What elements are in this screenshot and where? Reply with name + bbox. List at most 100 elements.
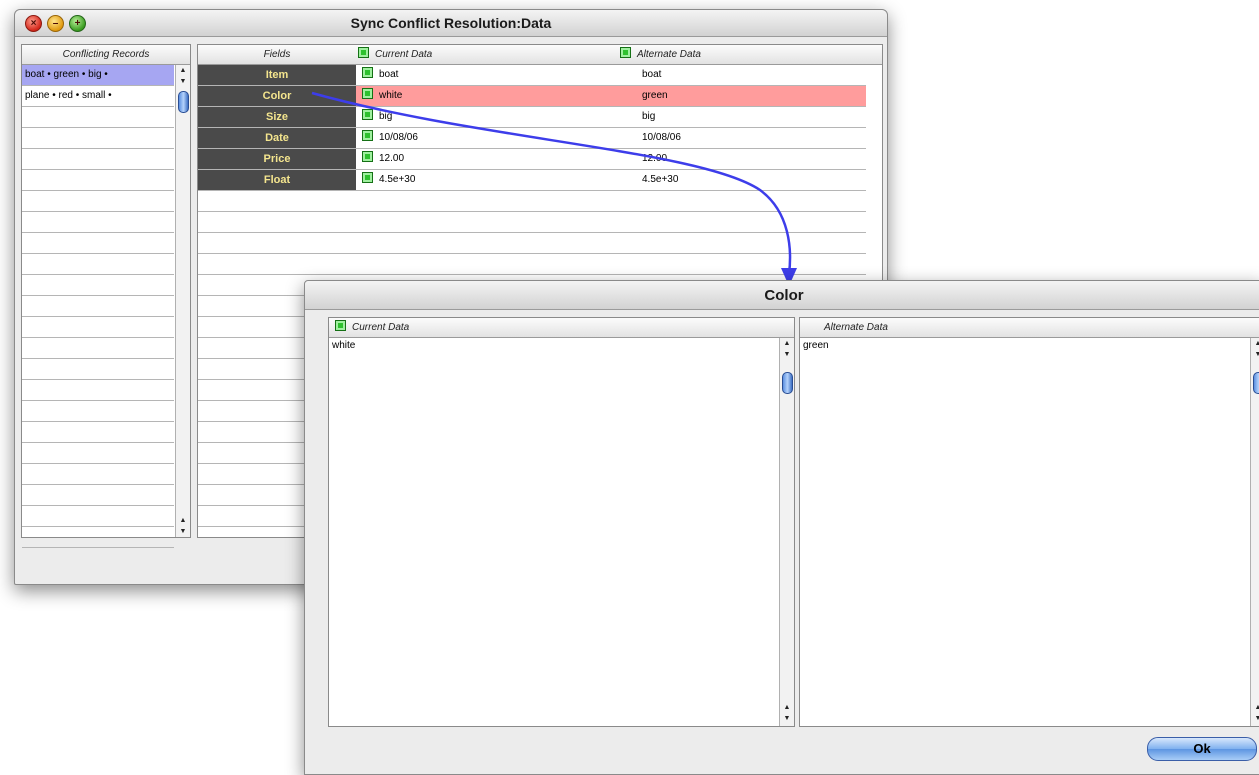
- dialog-title: Color: [764, 287, 804, 304]
- empty-record-row: [22, 191, 174, 212]
- scroll-up-arrow-icon[interactable]: ▲: [176, 65, 190, 76]
- alternate-data-checkbox-icon[interactable]: [620, 47, 631, 58]
- current-data-header-label: Current Data: [375, 49, 433, 60]
- scroll-thumb[interactable]: [1253, 372, 1259, 394]
- alternate-value[interactable]: big: [642, 107, 655, 127]
- conflicting-records-list[interactable]: Conflicting Records boat • green • big •…: [21, 44, 191, 548]
- scroll-up-arrow-icon[interactable]: ▲: [1251, 338, 1259, 349]
- current-data-column-header[interactable]: Current Data: [358, 45, 638, 64]
- empty-field-row: [198, 212, 866, 233]
- current-value-cell[interactable]: big: [362, 107, 392, 127]
- choose-current-checkbox-icon[interactable]: [362, 172, 373, 183]
- field-name: Price: [198, 149, 356, 169]
- current-data-pane[interactable]: Current Data white ▲ ▼ ▲ ▼: [328, 317, 795, 727]
- field-row-price[interactable]: Price 12.00 12.00: [198, 149, 866, 170]
- alternate-pane-scrollbar[interactable]: ▲ ▼ ▲ ▼: [1250, 338, 1259, 726]
- empty-record-row: [22, 443, 174, 464]
- scroll-up-arrow-icon[interactable]: ▲: [780, 338, 794, 349]
- empty-record-row: [22, 149, 174, 170]
- alternate-value[interactable]: 10/08/06: [642, 128, 681, 148]
- scroll-up-arrow-icon[interactable]: ▲: [780, 702, 794, 713]
- record-row[interactable]: boat • green • big •: [22, 65, 174, 86]
- choose-current-checkbox-icon[interactable]: [362, 88, 373, 99]
- current-value: boat: [379, 69, 399, 80]
- field-row-item[interactable]: Item boat boat: [198, 65, 866, 86]
- alternate-data-pane-header[interactable]: Alternate Data: [800, 318, 1259, 338]
- scroll-down-arrow-icon[interactable]: ▼: [1251, 713, 1259, 724]
- field-row-color[interactable]: Color white green: [198, 86, 866, 107]
- field-row-size[interactable]: Size big big: [198, 107, 866, 128]
- alternate-data-header-label: Alternate Data: [637, 49, 701, 60]
- scroll-thumb[interactable]: [782, 372, 793, 394]
- empty-record-row: [22, 380, 174, 401]
- current-value-cell[interactable]: 12.00: [362, 149, 404, 169]
- empty-field-row: [198, 254, 866, 275]
- records-rows: boat • green • big • plane • red • small…: [22, 65, 174, 548]
- current-value: big: [379, 111, 393, 122]
- field-name: Item: [198, 65, 356, 85]
- empty-record-row: [22, 170, 174, 191]
- empty-record-row: [22, 254, 174, 275]
- field-row-date[interactable]: Date 10/08/06 10/08/06: [198, 128, 866, 149]
- field-name: Float: [198, 170, 356, 190]
- scroll-thumb[interactable]: [178, 91, 189, 113]
- dialog-title-bar[interactable]: Color: [305, 281, 1259, 310]
- current-value: 12.00: [379, 153, 405, 164]
- empty-record-row: [22, 212, 174, 233]
- current-value: white: [379, 90, 403, 101]
- empty-record-row: [22, 233, 174, 254]
- alternate-data-column-header[interactable]: Alternate Data: [620, 45, 860, 64]
- records-scrollbar[interactable]: ▲ ▼ ▲ ▼: [175, 65, 190, 537]
- scroll-down-arrow-icon[interactable]: ▼: [1251, 349, 1259, 360]
- empty-record-row: [22, 422, 174, 443]
- empty-record-row: [22, 107, 174, 128]
- empty-record-row: [22, 128, 174, 149]
- current-data-checkbox-icon[interactable]: [335, 320, 346, 331]
- empty-record-row: [22, 527, 174, 548]
- field-row-float[interactable]: Float 4.5e+30 4.5e+30: [198, 170, 866, 191]
- field-name: Color: [198, 86, 356, 106]
- ok-button[interactable]: Ok: [1147, 737, 1257, 761]
- current-value-cell[interactable]: 10/08/06: [362, 128, 418, 148]
- scroll-up-arrow-icon[interactable]: ▲: [176, 515, 190, 526]
- current-value-cell[interactable]: white: [362, 86, 402, 106]
- scroll-down-arrow-icon[interactable]: ▼: [176, 526, 190, 537]
- current-data-text[interactable]: white: [332, 340, 355, 351]
- color-detail-window: Color Current Data white ▲ ▼ ▲ ▼ Alterna…: [304, 280, 1259, 775]
- scroll-down-arrow-icon[interactable]: ▼: [176, 76, 190, 87]
- alternate-value[interactable]: boat: [642, 65, 661, 85]
- current-value-cell[interactable]: boat: [362, 65, 398, 85]
- choose-current-checkbox-icon[interactable]: [362, 130, 373, 141]
- empty-record-row: [22, 296, 174, 317]
- choose-current-checkbox-icon[interactable]: [362, 109, 373, 120]
- records-column-header[interactable]: Conflicting Records: [22, 45, 190, 65]
- scroll-down-arrow-icon[interactable]: ▼: [780, 349, 794, 360]
- record-row[interactable]: plane • red • small •: [22, 86, 174, 107]
- current-value-cell[interactable]: 4.5e+30: [362, 170, 415, 190]
- current-data-pane-label: Current Data: [352, 322, 410, 333]
- empty-field-row: [198, 191, 866, 212]
- empty-record-row: [22, 506, 174, 527]
- alternate-data-text[interactable]: green: [803, 340, 829, 351]
- empty-record-row: [22, 359, 174, 380]
- choose-current-checkbox-icon[interactable]: [362, 151, 373, 162]
- alternate-value[interactable]: 4.5e+30: [642, 170, 678, 190]
- current-value: 10/08/06: [379, 132, 418, 143]
- choose-current-checkbox-icon[interactable]: [362, 67, 373, 78]
- empty-record-row: [22, 275, 174, 296]
- current-pane-scrollbar[interactable]: ▲ ▼ ▲ ▼: [779, 338, 794, 726]
- current-data-checkbox-icon[interactable]: [358, 47, 369, 58]
- alternate-value[interactable]: green: [642, 86, 668, 106]
- scroll-up-arrow-icon[interactable]: ▲: [1251, 702, 1259, 713]
- title-bar[interactable]: × – + Sync Conflict Resolution:Data: [15, 10, 887, 37]
- alternate-value[interactable]: 12.00: [642, 149, 667, 169]
- scroll-down-arrow-icon[interactable]: ▼: [780, 713, 794, 724]
- empty-record-row: [22, 464, 174, 485]
- current-data-pane-header[interactable]: Current Data: [329, 318, 794, 338]
- fields-column-header[interactable]: Fields: [198, 45, 356, 64]
- empty-record-row: [22, 338, 174, 359]
- field-name: Size: [198, 107, 356, 127]
- empty-record-row: [22, 485, 174, 506]
- alternate-data-pane[interactable]: Alternate Data green ▲ ▼ ▲ ▼: [799, 317, 1259, 727]
- empty-field-row: [198, 233, 866, 254]
